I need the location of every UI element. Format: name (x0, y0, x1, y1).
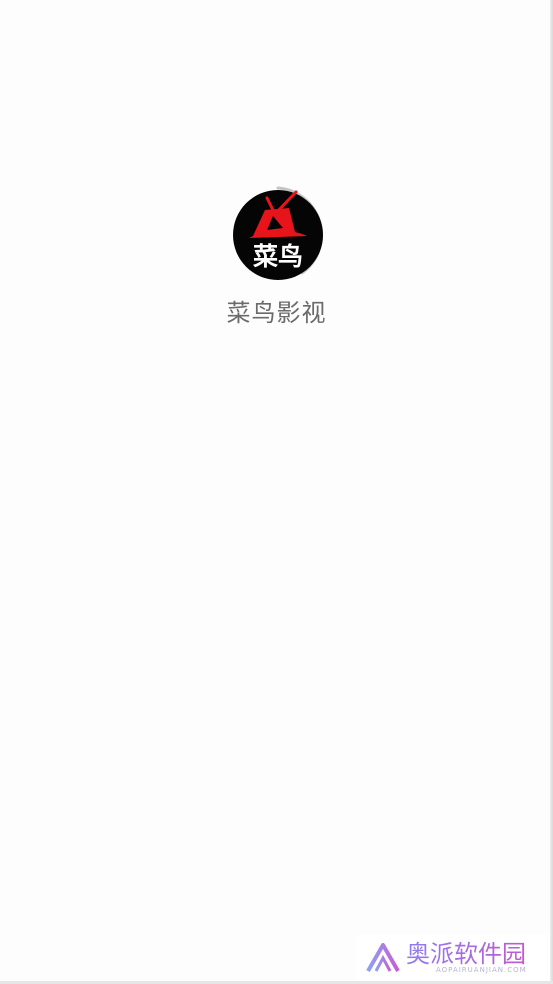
app-name-label: 菜鸟影视 (226, 299, 327, 327)
watermark-logo-icon (366, 943, 400, 972)
app-logo: 菜鸟 (227, 184, 329, 286)
watermark: 奥派软件园 AOPAIRUANJIAN.COM (356, 935, 550, 981)
logo-text: 菜鸟 (252, 242, 303, 271)
watermark-subtitle: AOPAIRUANJIAN.COM (436, 966, 527, 974)
watermark-title: 奥派软件园 (406, 940, 526, 968)
splash-screen: 菜鸟 菜鸟影视 奥派软件园 AOPAIRUANJIAN.COM (0, 0, 553, 984)
app-logo-graphic: 菜鸟 (233, 186, 324, 280)
